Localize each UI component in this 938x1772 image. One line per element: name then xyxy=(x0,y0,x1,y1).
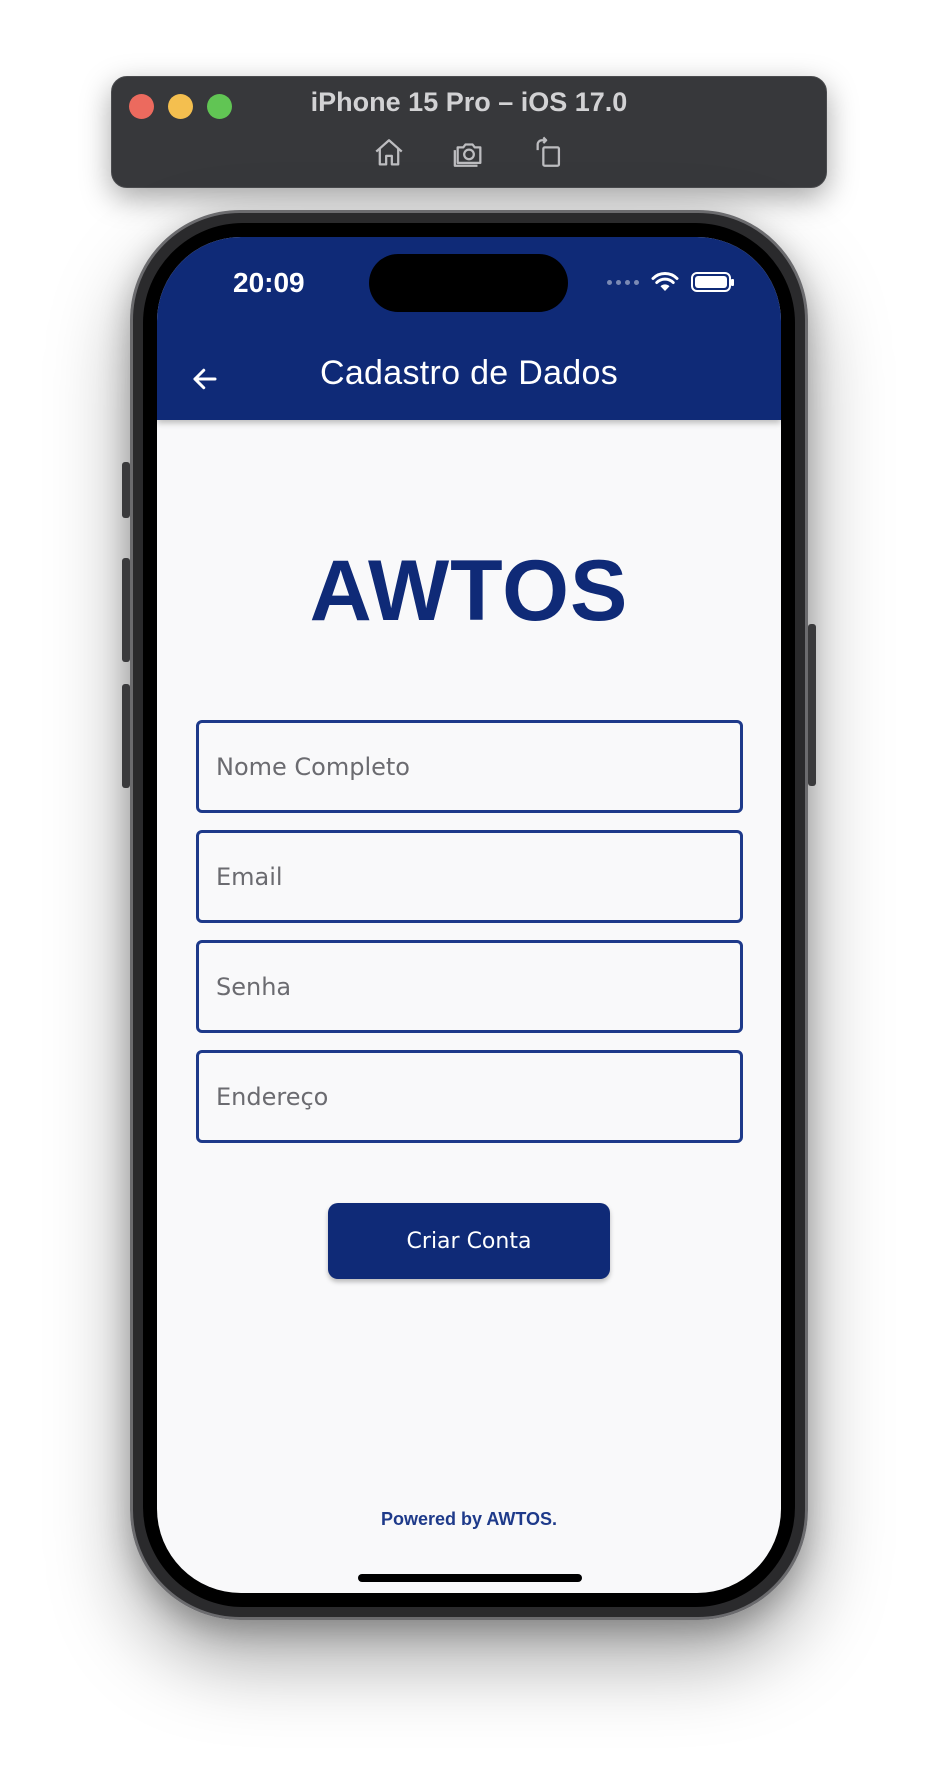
powered-by-footer: Powered by AWTOS. xyxy=(380,1509,558,1529)
home-indicator[interactable] xyxy=(358,1574,582,1582)
simulator-title-bar: iPhone 15 Pro – iOS 17.0 xyxy=(111,76,827,188)
action-button[interactable] xyxy=(122,462,130,518)
app-screen: 20:09 Cadastro de Dados AWTOS Nome Compl… xyxy=(157,237,781,1593)
address-field[interactable] xyxy=(196,1050,743,1143)
status-icons xyxy=(607,271,734,293)
power-button[interactable] xyxy=(808,624,816,786)
volume-up-button[interactable] xyxy=(122,558,130,662)
password-field[interactable] xyxy=(196,940,743,1033)
simulator-title: iPhone 15 Pro – iOS 17.0 xyxy=(310,87,628,117)
create-account-button[interactable]: Criar Conta xyxy=(328,1203,610,1279)
status-time: 20:09 xyxy=(233,267,305,298)
email-field[interactable] xyxy=(196,830,743,923)
cellular-signal-icon xyxy=(607,279,639,285)
rotate-icon[interactable] xyxy=(531,135,567,171)
screenshot-icon[interactable] xyxy=(451,135,487,171)
simulator-toolbar xyxy=(112,135,826,171)
app-bar: 20:09 Cadastro de Dados xyxy=(157,237,781,420)
wifi-icon xyxy=(651,271,679,293)
home-icon[interactable] xyxy=(371,135,407,171)
dynamic-island xyxy=(369,254,568,312)
full-name-field[interactable] xyxy=(196,720,743,813)
page-title: Cadastro de Dados xyxy=(319,354,619,392)
volume-down-button[interactable] xyxy=(122,684,130,788)
battery-icon xyxy=(691,272,734,292)
awtos-logo: AWTOS xyxy=(309,543,629,639)
